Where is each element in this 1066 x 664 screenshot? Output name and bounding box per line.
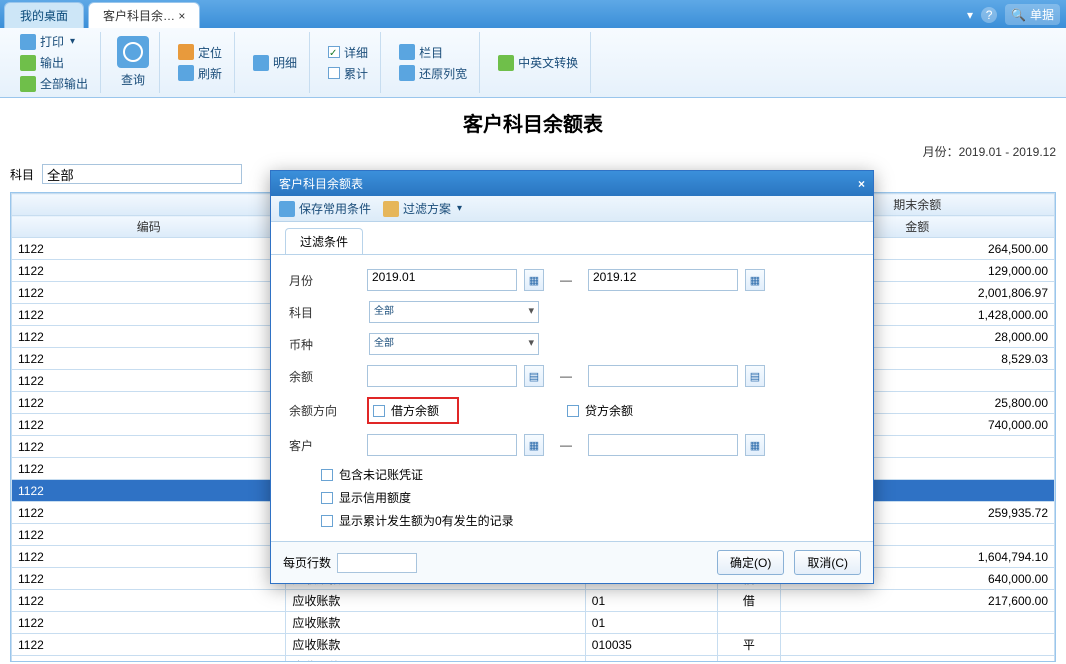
topbar-right: ▾ ? 🔍单据 — [967, 4, 1060, 25]
columns-button[interactable]: 栏目 — [397, 43, 469, 62]
balance-to-input[interactable] — [588, 365, 738, 387]
search-icon: 🔍 — [1011, 8, 1026, 22]
subject-label: 科目 — [10, 166, 34, 183]
tab-desktop[interactable]: 我的桌面 — [4, 2, 84, 28]
subject-select[interactable]: 全部 — [369, 301, 539, 323]
save-icon — [279, 201, 295, 217]
calc-icon[interactable]: ▤ — [524, 365, 544, 387]
refresh-icon — [178, 65, 194, 81]
dialog-tabs: 过滤条件 — [271, 222, 873, 255]
checkbox-zero[interactable] — [321, 515, 333, 527]
window-tabs: 我的桌面 客户科目余… × ▾ ? 🔍单据 — [0, 0, 1066, 28]
export-all-button[interactable]: 全部输出 — [18, 74, 90, 93]
col-code[interactable]: 编码 — [12, 216, 286, 238]
help-icon[interactable]: ? — [981, 7, 997, 23]
label-currency: 币种 — [289, 336, 359, 353]
calc-icon[interactable]: ▤ — [745, 365, 765, 387]
detailed-toggle[interactable]: 详细 — [326, 43, 370, 62]
calendar-icon[interactable]: ▦ — [745, 269, 765, 291]
restore-width-button[interactable]: 还原列宽 — [397, 64, 469, 83]
locate-icon — [178, 44, 194, 60]
subject-input[interactable] — [42, 164, 242, 184]
query-icon — [117, 36, 149, 68]
label-balance: 余额 — [289, 368, 359, 385]
table-row[interactable]: 1122应收账款01借217,600.00 — [12, 590, 1055, 612]
columns-icon — [399, 44, 415, 60]
table-row[interactable]: 1122应收账款010035平 — [12, 634, 1055, 656]
close-icon[interactable]: × — [178, 9, 185, 23]
tab-filter-conditions[interactable]: 过滤条件 — [285, 228, 363, 254]
lang-icon — [498, 55, 514, 71]
query-button[interactable]: 查询 — [119, 70, 147, 89]
table-row[interactable]: 1122应收账款01 — [12, 612, 1055, 634]
ok-button[interactable]: 确定(O) — [717, 550, 784, 575]
filter-dialog: 客户科目余额表 × 保存常用条件 过滤方案▾ 过滤条件 月份 2019.01 ▦… — [270, 170, 874, 584]
checkbox-credit[interactable] — [567, 405, 579, 417]
locate-button[interactable]: 定位 — [176, 43, 224, 62]
month-to-input[interactable]: 2019.12 — [588, 269, 738, 291]
ribbon: 打印▾ 输出 全部输出 查询 定位 刷新 明细 详细 累计 栏目 还原列宽 中英… — [0, 28, 1066, 98]
label-customer: 客户 — [289, 437, 359, 454]
dialog-body: 月份 2019.01 ▦ — 2019.12 ▦ 科目 全部 币种 全部 余额 … — [271, 255, 873, 541]
currency-select[interactable]: 全部 — [369, 333, 539, 355]
table-row[interactable]: 1122应收账款010038平 — [12, 656, 1055, 663]
label-rows-per-page: 每页行数 — [283, 554, 331, 571]
close-icon[interactable]: × — [858, 177, 865, 191]
calendar-icon[interactable]: ▦ — [524, 269, 544, 291]
report-title: 客户科目余额表 — [0, 98, 1066, 143]
dialog-titlebar[interactable]: 客户科目余额表 × — [271, 171, 873, 196]
balance-from-input[interactable] — [367, 365, 517, 387]
detail-icon — [253, 55, 269, 71]
chevron-down-icon[interactable]: ▾ — [967, 8, 973, 22]
dialog-title: 客户科目余额表 — [279, 175, 363, 192]
lang-button[interactable]: 中英文转换 — [496, 53, 580, 72]
customer-from-input[interactable] — [367, 434, 517, 456]
detail-button[interactable]: 明细 — [251, 53, 299, 72]
cumulative-toggle[interactable]: 累计 — [326, 64, 370, 83]
customer-to-input[interactable] — [588, 434, 738, 456]
width-icon — [399, 65, 415, 81]
export-button[interactable]: 输出 — [18, 53, 90, 72]
checkbox-icon — [328, 67, 340, 79]
tab-report[interactable]: 客户科目余… × — [88, 2, 200, 28]
dialog-toolbar: 保存常用条件 过滤方案▾ — [271, 196, 873, 222]
label-subject: 科目 — [289, 304, 359, 321]
printer-icon — [20, 34, 36, 50]
lookup-icon[interactable]: ▦ — [745, 434, 765, 456]
cancel-button[interactable]: 取消(C) — [794, 550, 861, 575]
refresh-button[interactable]: 刷新 — [176, 64, 224, 83]
checkbox-icon — [328, 46, 340, 58]
folder-icon — [383, 201, 399, 217]
global-search[interactable]: 🔍单据 — [1005, 4, 1060, 25]
label-credit: 贷方余额 — [585, 402, 633, 419]
rows-per-page-input[interactable] — [337, 553, 417, 573]
export-icon — [20, 55, 36, 71]
label-debit: 借方余额 — [391, 402, 439, 419]
lookup-icon[interactable]: ▦ — [524, 434, 544, 456]
checkbox-unposted[interactable] — [321, 469, 333, 481]
checkbox-credit-limit[interactable] — [321, 492, 333, 504]
label-balance-dir: 余额方向 — [289, 402, 359, 419]
checkbox-debit[interactable] — [373, 405, 385, 417]
export-all-icon — [20, 76, 36, 92]
dialog-footer: 每页行数 确定(O) 取消(C) — [271, 541, 873, 583]
month-from-input[interactable]: 2019.01 — [367, 269, 517, 291]
save-common-button[interactable]: 保存常用条件 — [279, 200, 371, 217]
filter-scheme-button[interactable]: 过滤方案▾ — [383, 200, 462, 217]
print-button[interactable]: 打印▾ — [18, 32, 90, 51]
period-label: 月份：2019.01 - 2019.12 — [0, 143, 1066, 160]
debit-balance-highlight: 借方余额 — [367, 397, 459, 424]
label-month: 月份 — [289, 272, 359, 289]
